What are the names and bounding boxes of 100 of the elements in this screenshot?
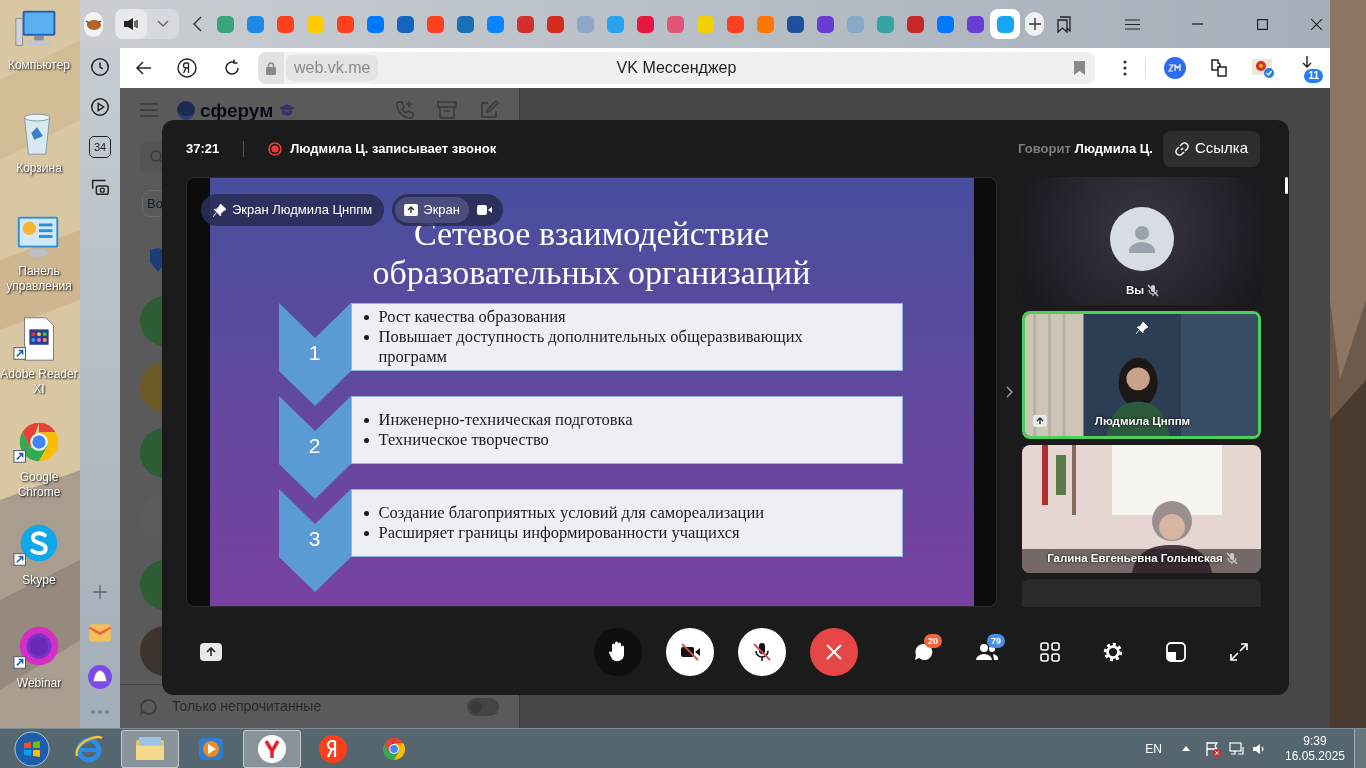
- close-icon: [1310, 18, 1322, 30]
- slide-title: образовательных организаций: [372, 253, 811, 292]
- page-title: VK Мессенджер: [615, 58, 738, 78]
- desktop-shortcut[interactable]: Skype: [0, 521, 78, 624]
- bullet-text: Техническое творчество: [378, 430, 549, 450]
- show-desktop-button[interactable]: [1354, 729, 1366, 768]
- scrollbar-thumb[interactable]: [1285, 177, 1288, 194]
- desktop-shortcut[interactable]: Webinar: [0, 624, 78, 727]
- chat-button[interactable]: 20: [904, 632, 944, 672]
- microphone-button[interactable]: [737, 628, 786, 676]
- graduation-cap-icon: [279, 103, 296, 117]
- chevron-down-icon: [157, 20, 170, 28]
- bookmark-icon[interactable]: [1074, 61, 1085, 75]
- plus-icon: [1028, 18, 1041, 30]
- share-screen-button[interactable]: [200, 643, 222, 661]
- home-button[interactable]: [175, 56, 199, 80]
- video-tile[interactable]: Вы: [1022, 177, 1261, 305]
- speaker-icon: [123, 17, 140, 31]
- flower-badge-icon: [1251, 57, 1275, 79]
- count-badge: 11: [1304, 69, 1323, 83]
- view-tab[interactable]: Экран: [395, 197, 469, 223]
- calendar-button[interactable]: 34: [89, 136, 111, 158]
- toggle-switch[interactable]: [467, 697, 499, 716]
- settings-icon: [1102, 641, 1124, 663]
- yandex-browser-icon: [257, 733, 287, 764]
- bullet-text: Расширяет границы информированности учащихся: [378, 523, 740, 543]
- profile-button[interactable]: [84, 11, 104, 37]
- address-bar[interactable]: web.vk.me VK Мессенджер: [258, 52, 1095, 84]
- participants-button[interactable]: 79: [967, 632, 1007, 672]
- volume-icon[interactable]: [1252, 741, 1266, 756]
- flag-icon[interactable]: [1205, 740, 1221, 757]
- desktop-shortcut[interactable]: Google Chrome: [0, 418, 78, 521]
- browser-e-icon: [74, 733, 104, 764]
- reload-icon: [223, 59, 241, 77]
- link-icon: [1174, 141, 1189, 156]
- menu-icon: [1124, 18, 1140, 30]
- puzzle-icon: [1209, 58, 1229, 78]
- assistant-icon[interactable]: [87, 664, 113, 690]
- sphere-logo-icon: [176, 100, 196, 120]
- taskbar-app[interactable]: [121, 729, 179, 768]
- avatar-icon: [1109, 207, 1174, 271]
- recording-status: Людмила Ц. записывает звонок: [290, 139, 497, 158]
- pin-label: Экран Людмила Цнппм: [232, 201, 373, 220]
- recording-icon: [268, 141, 283, 156]
- zoom-logo-icon: [1168, 64, 1182, 72]
- people-icon: [975, 643, 999, 661]
- video-tile[interactable]: Людмила Цнппм: [1022, 311, 1261, 439]
- yandex-icon: [318, 733, 348, 764]
- screen-share-icon: [404, 204, 419, 216]
- app-logo-text: сферум: [200, 100, 274, 120]
- lock-icon: [266, 61, 276, 75]
- speaker-name: Людмила Ц.: [1074, 139, 1153, 158]
- count-badge: 79: [987, 634, 1005, 648]
- bookmarks-icon: [1056, 15, 1072, 33]
- taskbar-app[interactable]: [243, 729, 301, 768]
- close-icon: [825, 644, 842, 660]
- folder-icon: [135, 735, 165, 762]
- back-arrow-icon: [136, 61, 152, 75]
- clock-icon[interactable]: [89, 56, 111, 78]
- search-icon: [150, 150, 164, 164]
- speaker-label: Говорит: [1018, 139, 1071, 158]
- minimize-icon: [1191, 23, 1203, 25]
- audio-tab[interactable]: [115, 9, 148, 39]
- participant-name: Вы: [1125, 282, 1145, 298]
- language-indicator[interactable]: EN: [1145, 739, 1162, 758]
- video-tile[interactable]: Галина Евгеньевна Голынская: [1022, 445, 1261, 573]
- end-call-button[interactable]: [809, 628, 858, 676]
- call-timer: 37:21: [186, 139, 220, 158]
- pin-icon: [213, 203, 226, 217]
- windows-orb-icon: [14, 730, 50, 767]
- upload-arrow-icon: [206, 647, 216, 657]
- chevron-left-icon: [193, 16, 203, 32]
- new-tab-button[interactable]: [1025, 12, 1044, 36]
- plus-icon[interactable]: [90, 582, 110, 602]
- grid-icon: [1040, 642, 1060, 662]
- step-number: 3: [307, 527, 322, 551]
- link-button[interactable]: Ссылка: [1162, 130, 1260, 167]
- extension-button[interactable]: [1251, 56, 1275, 80]
- kebab-icon: [1123, 60, 1127, 76]
- bull-icon: [85, 17, 103, 31]
- url-text[interactable]: web.vk.me: [286, 55, 379, 81]
- bullet-text: Создание благоприятных условий для самореализации: [378, 503, 765, 523]
- browser-tab[interactable]: [990, 9, 1021, 39]
- raise-hand-button[interactable]: [593, 628, 642, 676]
- network-icon[interactable]: [1229, 740, 1245, 757]
- start-button[interactable]: [12, 729, 52, 768]
- play-icon[interactable]: [89, 96, 111, 118]
- pin-chip[interactable]: Экран Людмила Цнппм: [201, 194, 385, 226]
- bullet-text: Рост качества образования: [378, 307, 566, 327]
- circle-logo-icon: [177, 58, 197, 78]
- tray-expand-icon[interactable]: [1182, 746, 1190, 751]
- downloads-button[interactable]: 11: [1291, 53, 1323, 83]
- maximize-icon: [1256, 18, 1268, 30]
- count-badge: 20: [924, 634, 942, 648]
- chat-bubble-icon: [914, 642, 934, 662]
- chevron-right-icon[interactable]: [1006, 386, 1013, 398]
- clock[interactable]: 9:39 16.05.2025: [1284, 733, 1346, 764]
- camera-button[interactable]: [665, 628, 714, 676]
- step-number: 2: [307, 434, 322, 458]
- site-info-button[interactable]: [258, 52, 284, 84]
